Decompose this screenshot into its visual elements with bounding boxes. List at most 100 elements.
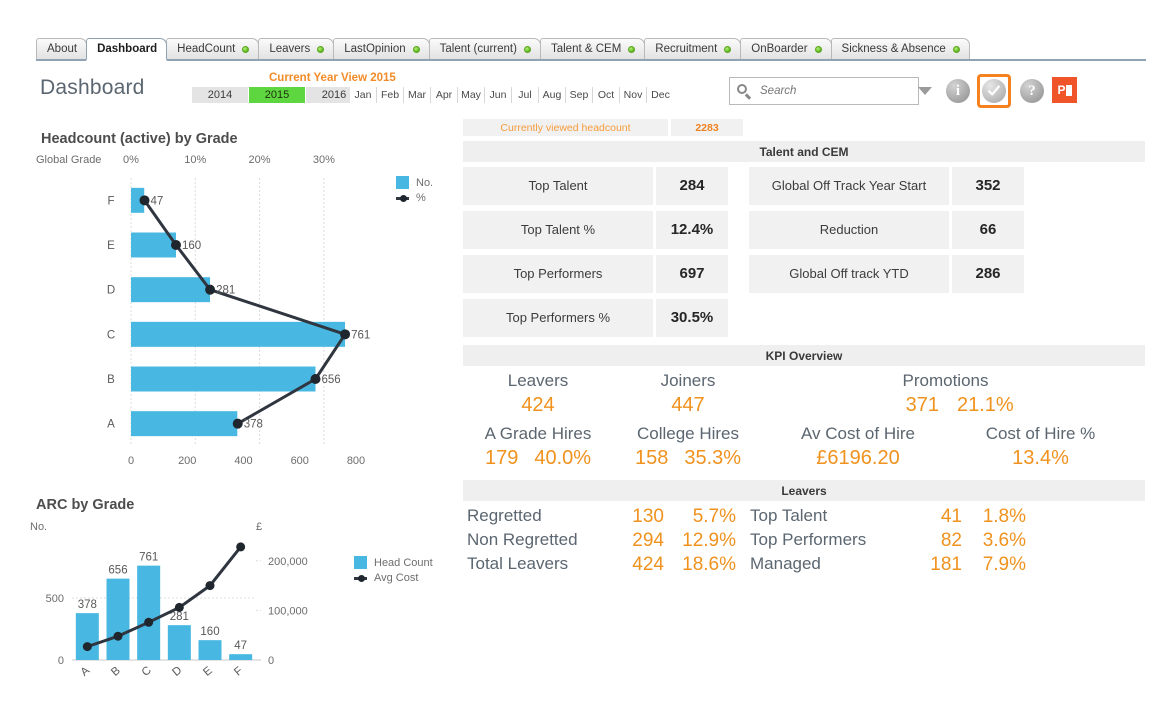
grid-spacer xyxy=(731,211,746,249)
tab-label: Leavers xyxy=(269,43,311,55)
month-button-aug[interactable]: Aug xyxy=(539,87,566,103)
kpi-label-promotions: Promotions xyxy=(902,371,989,390)
check-icon-button[interactable] xyxy=(977,74,1011,108)
grid-spacer xyxy=(731,167,746,205)
kpi-value-college-hires: 158 xyxy=(634,447,669,469)
kpi-label-joiners: Joiners xyxy=(660,371,716,390)
kpi-label-college-hires: College Hires xyxy=(636,424,740,443)
month-button-jan[interactable]: Jan xyxy=(350,87,377,103)
talent-left-value-top-talent: 12.4% xyxy=(656,211,728,249)
help-icon[interactable]: ? xyxy=(1020,79,1044,103)
month-button-sep[interactable]: Sep xyxy=(566,87,593,103)
tab-about[interactable]: About xyxy=(36,38,88,59)
month-button-jul[interactable]: Jul xyxy=(512,87,539,103)
svg-text:100,000: 100,000 xyxy=(268,605,308,617)
month-button-mar[interactable]: Mar xyxy=(404,87,431,103)
svg-text:281: 281 xyxy=(216,285,235,297)
ppt-letter: P xyxy=(1057,83,1065,97)
svg-text:C: C xyxy=(140,664,154,679)
svg-text:Global Grade: Global Grade xyxy=(36,154,101,166)
svg-text:656: 656 xyxy=(108,565,127,577)
svg-text:D: D xyxy=(170,664,184,679)
legend-label: No. xyxy=(416,176,434,189)
leavers-count-managed: 181 xyxy=(930,554,962,575)
talent-left-value-top-performers: 697 xyxy=(656,255,728,293)
kpi-value-leavers: 424 xyxy=(521,394,555,416)
search-input[interactable] xyxy=(758,84,918,98)
leavers-label-regretted: Regretted xyxy=(467,506,542,525)
tab-label: OnBoarder xyxy=(751,43,808,55)
leavers-count-top-performers: 82 xyxy=(940,530,962,551)
tab-label: Talent (current) xyxy=(439,43,517,55)
svg-text:378: 378 xyxy=(244,419,263,431)
tab-recruitment[interactable]: Recruitment xyxy=(644,38,742,59)
tab-status-dot-icon xyxy=(317,45,325,53)
talent-left-value-top-talent: 284 xyxy=(656,167,728,205)
tab-talent-cem[interactable]: Talent & CEM xyxy=(539,38,646,59)
month-button-feb[interactable]: Feb xyxy=(377,87,404,103)
month-button-nov[interactable]: Nov xyxy=(620,87,647,103)
svg-text:B: B xyxy=(109,664,123,678)
talent-cem-header: Talent and CEM xyxy=(463,141,1145,162)
legend-line-marker-icon xyxy=(354,571,367,584)
svg-text:47: 47 xyxy=(151,195,164,207)
svg-text:30%: 30% xyxy=(313,154,335,166)
tab-talent-current[interactable]: Talent (current) xyxy=(428,38,541,59)
month-selector[interactable]: Jan Feb Mar Apr May Jun Jul Aug Sep Oct Nov Dec xyxy=(350,87,674,103)
talent-cem-grid: Top Talent 284 Global Off Track Year Start… xyxy=(463,167,1145,337)
tab-onboarder[interactable]: OnBoarder xyxy=(740,38,832,59)
kpi-value-college-hires-group: 158 35.3% xyxy=(613,446,763,472)
tab-sickness-absence[interactable]: Sickness & Absence xyxy=(830,38,970,59)
svg-text:B: B xyxy=(107,374,115,386)
tab-headcount[interactable]: HeadCount xyxy=(166,38,260,59)
talent-left-label-top-performers: Top Performers xyxy=(463,255,653,293)
month-button-jun[interactable]: Jun xyxy=(485,87,512,103)
svg-text:E: E xyxy=(107,240,115,252)
grid-spacer xyxy=(952,299,1024,337)
year-button-2014[interactable]: 2014 xyxy=(192,87,249,103)
info-icon[interactable]: i xyxy=(946,79,970,103)
leavers-label-top-performers: Top Performers xyxy=(750,530,867,549)
year-button-2015[interactable]: 2015 xyxy=(249,87,306,103)
headcount-chart-legend: No.% xyxy=(396,176,433,204)
kpi-label-cost-of-hire-pct: Cost of Hire % xyxy=(985,424,1096,443)
talent-right-value-global-off-track-ytd: 286 xyxy=(952,255,1024,293)
month-button-apr[interactable]: Apr xyxy=(431,87,458,103)
tab-dashboard[interactable]: Dashboard xyxy=(86,38,168,61)
svg-text:281: 281 xyxy=(170,611,189,623)
month-button-dec[interactable]: Dec xyxy=(647,87,674,103)
leavers-pct-non-regretted: 12.9% xyxy=(682,530,736,551)
leavers-pct-top-talent: 1.8% xyxy=(982,506,1026,527)
search-box[interactable] xyxy=(729,77,932,105)
tab-lastopinion[interactable]: LastOpinion xyxy=(333,38,430,59)
tab-label: Talent & CEM xyxy=(550,43,622,55)
tab-status-dot-icon xyxy=(242,45,250,53)
kpi-value-promotions-pct: 21.1% xyxy=(957,394,1014,416)
year-selector[interactable]: 2014 2015 2016 xyxy=(192,87,363,103)
tab-leavers[interactable]: Leavers xyxy=(258,38,335,59)
powerpoint-export-icon[interactable]: P xyxy=(1052,77,1077,103)
legend-line-marker-icon xyxy=(396,191,409,204)
check-icon xyxy=(982,79,1006,103)
talent-right-value-global-off-track-year-start: 352 xyxy=(952,167,1024,205)
svg-text:656: 656 xyxy=(322,374,341,386)
leavers-pct-total-leavers: 18.6% xyxy=(682,554,736,575)
tab-status-dot-icon xyxy=(412,45,420,53)
legend-swatch-icon xyxy=(396,176,409,189)
kpi-value-promotions-count: 371 xyxy=(905,394,939,416)
search-icon xyxy=(736,83,752,100)
talent-right-label-global-off-track-year-start: Global Off Track Year Start xyxy=(749,167,949,205)
leavers-pct-managed: 7.9% xyxy=(982,554,1026,575)
tab-status-dot-icon xyxy=(952,45,960,53)
month-button-oct[interactable]: Oct xyxy=(593,87,620,103)
talent-left-label-top-performers: Top Performers % xyxy=(463,299,653,337)
svg-text:D: D xyxy=(107,285,115,297)
legend-label: Avg Cost xyxy=(374,571,419,584)
month-button-may[interactable]: May xyxy=(458,87,485,103)
svg-text:20%: 20% xyxy=(249,154,271,166)
chevron-down-icon[interactable] xyxy=(918,87,932,95)
tab-status-dot-icon xyxy=(628,45,636,53)
current-year-view-label: Current Year View 2015 xyxy=(269,72,396,84)
kpi-value-a-grade-hires: 179 xyxy=(484,447,519,469)
tab-status-dot-icon xyxy=(523,45,531,53)
